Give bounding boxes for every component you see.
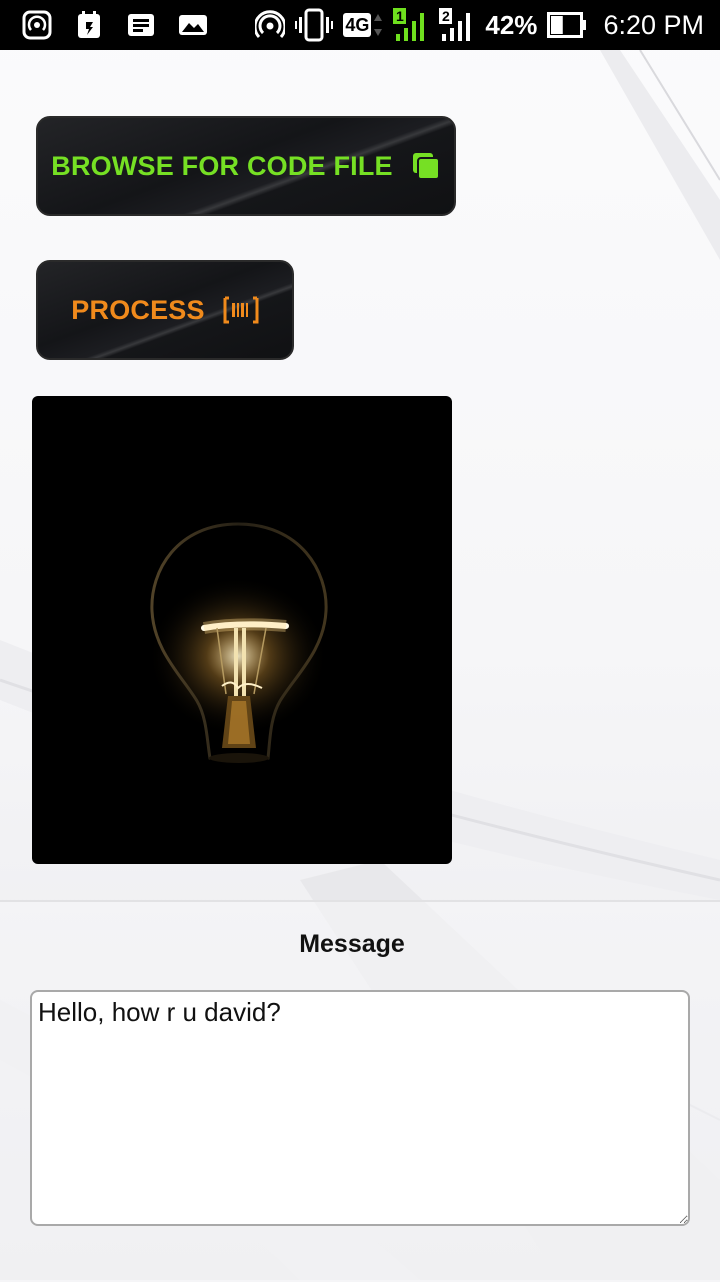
battery-percent: 42%: [485, 10, 538, 40]
wifi-tether-icon: [255, 10, 286, 39]
vibrate-icon: [295, 8, 334, 42]
notification-icons: [22, 10, 208, 40]
sim2-signal-icon: 2: [439, 8, 475, 42]
message-section: Message Hello, how r u david?: [0, 900, 720, 1282]
calendar-app-icon: [78, 11, 100, 38]
network-4g-icon: 4G: [343, 12, 383, 38]
browse-button-label: BROWSE FOR CODE FILE: [51, 150, 393, 181]
network-type-label: 4G: [343, 13, 372, 37]
data-arrows-icon: [374, 14, 383, 36]
browse-code-file-button[interactable]: BROWSE FOR CODE FILE: [36, 116, 456, 216]
lightbulb-image: [32, 396, 452, 864]
status-bar: 4G 1 2 42% 6:20 PM: [0, 0, 720, 50]
clock: 6:20 PM: [603, 10, 704, 40]
sim1-signal-icon: 1: [393, 8, 429, 42]
copy-icon: [412, 153, 440, 180]
notes-app-icon: [128, 14, 154, 36]
battery-icon: [547, 12, 587, 38]
message-input[interactable]: Hello, how r u david?: [30, 990, 690, 1226]
process-button-label: PROCESS: [71, 294, 205, 325]
barcode-icon: [223, 296, 259, 324]
gallery-icon: [179, 15, 207, 35]
message-title: Message: [299, 930, 405, 958]
process-button[interactable]: PROCESS: [36, 260, 294, 360]
hotspot-icon: [22, 10, 52, 40]
system-icons: 4G 1 2 42% 6:20 PM: [255, 7, 704, 43]
